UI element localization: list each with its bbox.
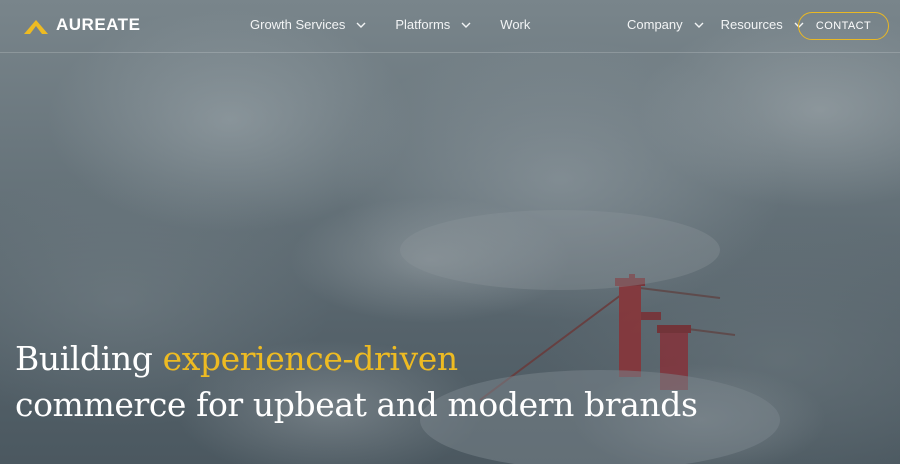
headline-line-1: Building experience-driven <box>15 336 875 382</box>
nav-growth-services[interactable]: Growth Services <box>250 17 367 32</box>
nav-platforms[interactable]: Platforms <box>395 17 472 32</box>
primary-nav: Growth Services Platforms Work <box>250 17 558 32</box>
headline-accent: experience-driven <box>162 339 459 378</box>
nav-label: Growth Services <box>250 17 346 32</box>
nav-label: Platforms <box>395 17 451 32</box>
nav-company[interactable]: Company <box>627 17 705 32</box>
brand-name: AUREATE <box>56 15 141 34</box>
brand-logo[interactable]: AUREATE <box>22 14 140 36</box>
chevron-logo-icon <box>24 20 48 34</box>
headline-prefix: Building <box>15 339 163 378</box>
headline-line-2: commerce for upbeat and modern brands <box>15 385 698 424</box>
secondary-nav: Company Resources <box>627 17 821 32</box>
nav-label: Company <box>627 17 683 32</box>
chevron-down-icon <box>461 22 471 28</box>
hero-headline: Building experience-driven commerce for … <box>15 336 875 428</box>
nav-resources[interactable]: Resources <box>721 17 805 32</box>
nav-label: Work <box>500 17 531 32</box>
nav-work[interactable]: Work <box>500 17 530 32</box>
chevron-down-icon <box>694 22 704 28</box>
contact-button[interactable]: CONTACT <box>798 12 889 40</box>
hero-section: AUREATE Growth Services Platforms Work C… <box>0 0 900 464</box>
nav-label: Resources <box>720 17 783 32</box>
chevron-down-icon <box>356 22 366 28</box>
site-header: AUREATE Growth Services Platforms Work C… <box>0 0 900 53</box>
